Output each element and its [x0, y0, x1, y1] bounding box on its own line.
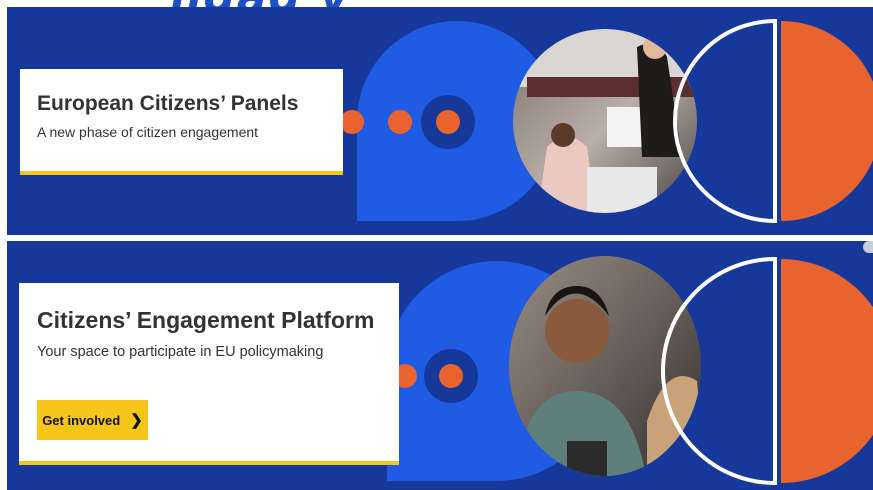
- orange-dot-medium: [388, 110, 412, 134]
- banner-card: European Citizens’ Panels A new phase of…: [20, 69, 343, 175]
- get-involved-button[interactable]: Get involved ❯: [37, 400, 148, 440]
- orange-dot-small: [340, 110, 364, 134]
- banner-subtitle: A new phase of citizen engagement: [37, 124, 259, 140]
- get-involved-label: Get involved: [42, 412, 121, 428]
- orange-half-circle: [781, 21, 873, 221]
- banner-citizens-engagement-platform: Citizens’ Engagement Platform Your space…: [7, 241, 873, 490]
- banner-subtitle: Your space to participate in EU policyma…: [37, 344, 324, 360]
- banner-european-citizens-panels[interactable]: European Citizens’ Panels A new phase of…: [7, 7, 873, 235]
- banner-title: Citizens’ Engagement Platform: [37, 307, 375, 333]
- orange-half-circle: [781, 259, 873, 483]
- chevron-right-icon: ❯: [130, 412, 143, 429]
- orange-dot-center: [439, 364, 463, 388]
- banner-title: European Citizens’ Panels: [37, 92, 299, 115]
- scroll-tab-icon[interactable]: [863, 241, 873, 253]
- orange-dot-center: [436, 110, 460, 134]
- banner-card: Citizens’ Engagement Platform Your space…: [19, 283, 399, 465]
